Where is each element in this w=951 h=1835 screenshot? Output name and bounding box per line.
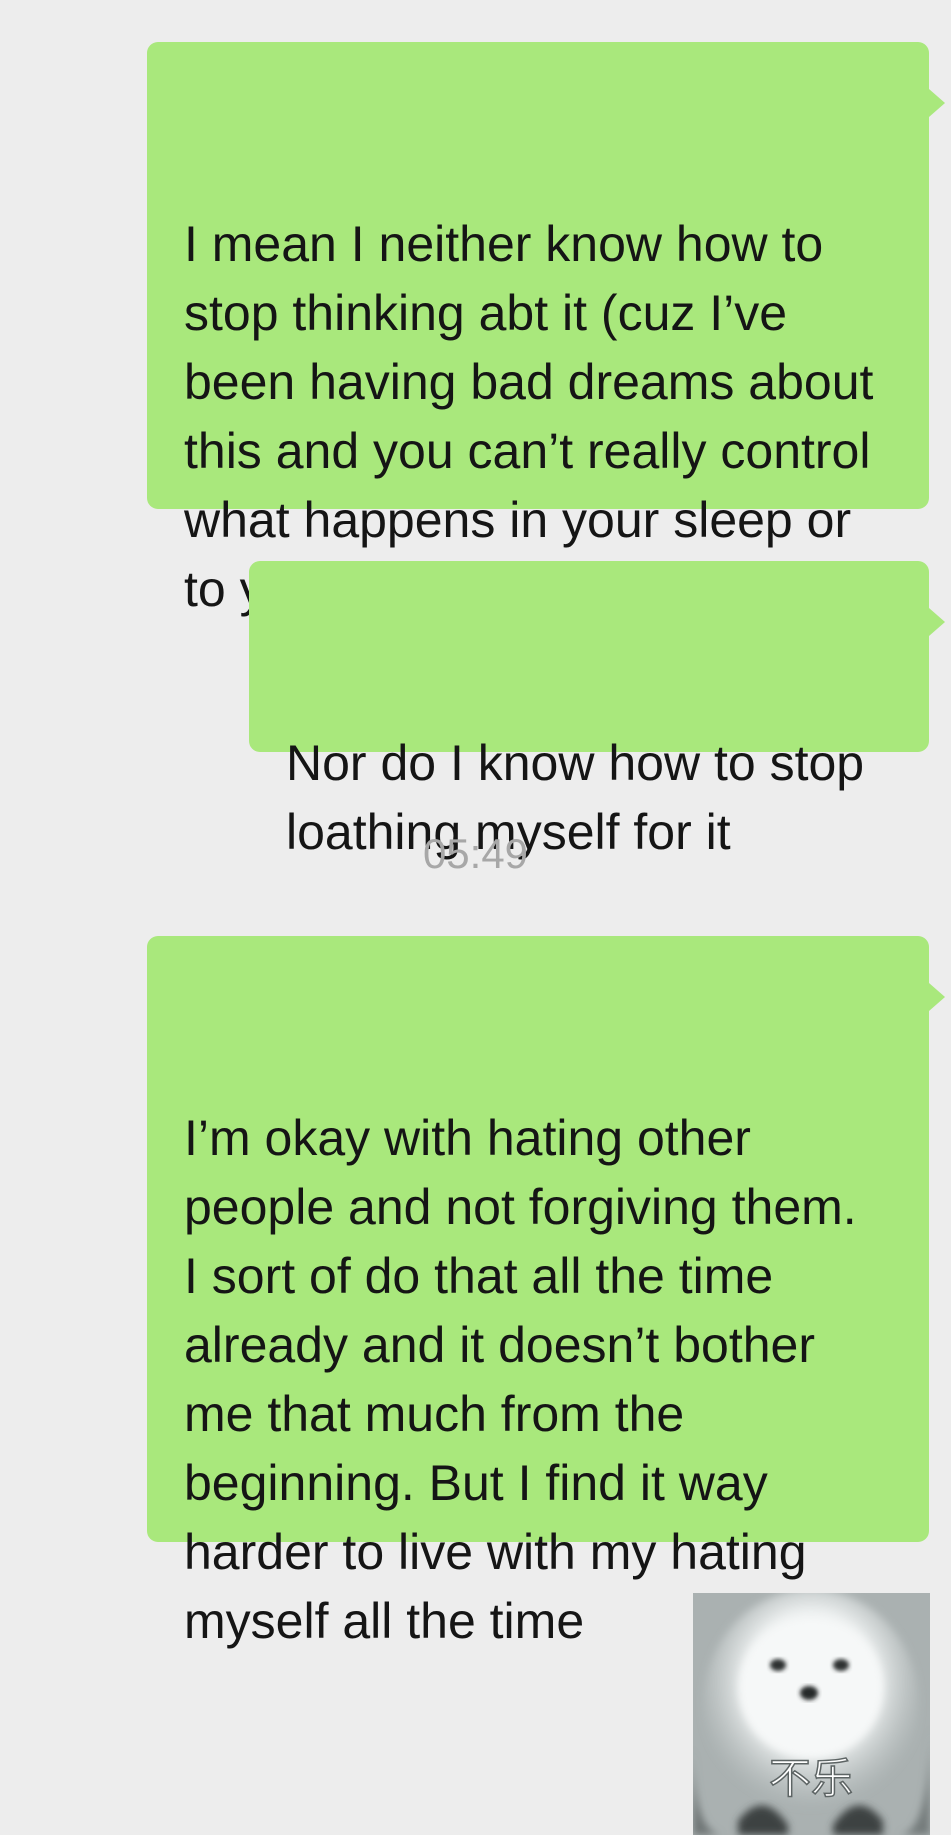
message-text: I mean I neither know how to stop thinki…	[184, 216, 874, 617]
message-text: I’m okay with hating other people and no…	[184, 1110, 857, 1649]
bubble-tail	[929, 608, 945, 636]
message-bubble-outgoing[interactable]: I mean I neither know how to stop thinki…	[147, 42, 945, 617]
white-dog-sticker-icon: 不乐	[693, 1593, 930, 1835]
bubble-tail	[929, 89, 945, 117]
message-bubble-outgoing[interactable]: Nor do I know how to stop loathing mysel…	[249, 561, 945, 860]
message-bubble-outgoing[interactable]: I’m okay with hating other people and no…	[147, 936, 945, 1649]
sticker-message[interactable]: 不乐	[693, 1593, 930, 1835]
bubble-tail	[929, 983, 945, 1011]
sticker-caption: 不乐	[769, 1754, 853, 1803]
chat-timestamp: 05:49	[422, 830, 529, 877]
